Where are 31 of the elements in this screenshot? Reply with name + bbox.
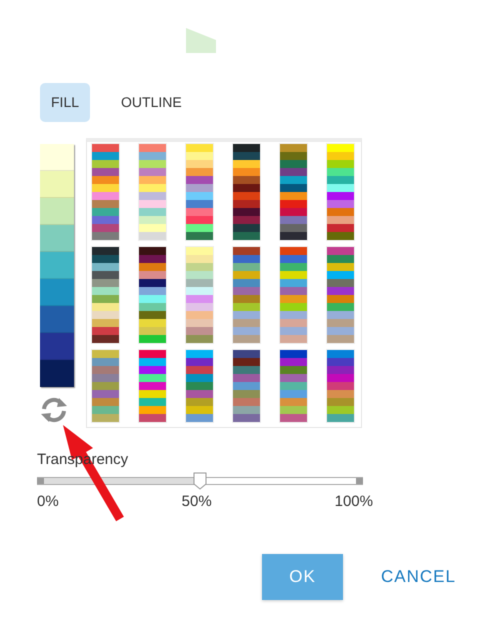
refresh-icon[interactable] xyxy=(39,396,69,424)
color-ramp[interactable] xyxy=(40,144,74,387)
color-palette[interactable] xyxy=(91,349,120,423)
color-palette[interactable] xyxy=(232,349,261,423)
color-palette[interactable] xyxy=(91,246,120,344)
color-palette[interactable] xyxy=(138,246,167,344)
color-palette[interactable] xyxy=(185,246,214,344)
color-palette[interactable] xyxy=(279,246,308,344)
tick-label: 0% xyxy=(37,492,59,512)
color-palette[interactable] xyxy=(185,143,214,241)
tab[interactable]: FILL xyxy=(40,83,90,122)
color-palette[interactable] xyxy=(138,349,167,423)
tick-label: 100% xyxy=(334,492,373,512)
color-palette[interactable] xyxy=(232,246,261,344)
color-palette[interactable] xyxy=(326,246,355,344)
color-palette[interactable] xyxy=(326,349,355,423)
slider-end-cap xyxy=(356,478,363,484)
color-palette[interactable] xyxy=(326,143,355,241)
color-palette[interactable] xyxy=(232,143,261,241)
slider[interactable] xyxy=(37,472,363,490)
cancel-button[interactable]: CANCEL xyxy=(381,564,456,590)
tick-label: 50% xyxy=(182,492,212,512)
symbol-preview xyxy=(186,28,216,53)
color-palette[interactable] xyxy=(185,349,214,423)
color-palette[interactable] xyxy=(138,143,167,241)
tab[interactable]: OUTLINE xyxy=(110,83,193,122)
color-palette[interactable] xyxy=(279,349,308,423)
slider-thumb[interactable] xyxy=(193,472,207,490)
color-palette[interactable] xyxy=(279,143,308,241)
color-palette[interactable] xyxy=(91,143,120,241)
slider-end-cap xyxy=(37,478,44,484)
